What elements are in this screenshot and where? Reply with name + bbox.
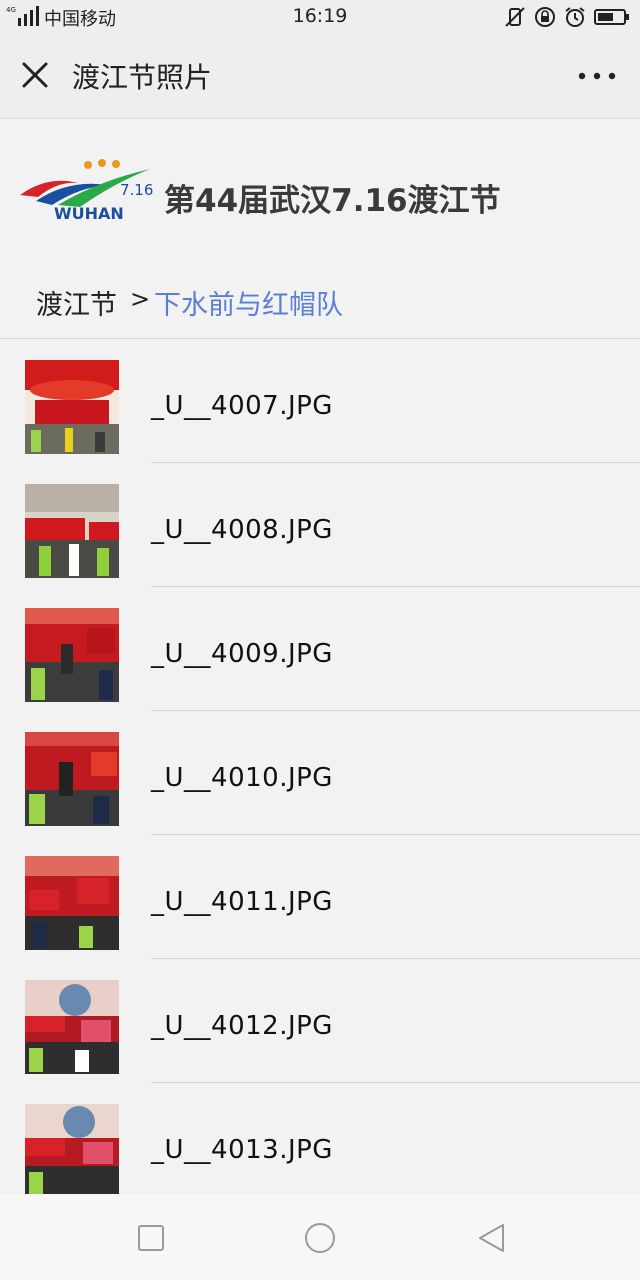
status-icons <box>504 6 630 28</box>
photo-thumbnail <box>25 1104 119 1194</box>
photo-thumbnail <box>25 360 119 454</box>
breadcrumb: 渡江节 > 下水前与红帽队 <box>0 261 640 339</box>
more-options-icon[interactable] <box>572 60 622 92</box>
alarm-icon <box>565 7 585 27</box>
close-icon[interactable] <box>18 58 54 94</box>
battery-icon <box>594 9 629 25</box>
recent-apps-icon[interactable] <box>131 1218 171 1258</box>
breadcrumb-separator: > <box>130 285 151 313</box>
logo-number: 7.16 <box>120 181 153 199</box>
file-row[interactable]: _U__4008.JPG <box>0 463 640 587</box>
wuhan-logo: 7.16 WUHAN <box>20 159 153 223</box>
photo-thumbnail <box>25 856 119 950</box>
file-row[interactable]: _U__4013.JPG <box>0 1083 640 1194</box>
photo-thumbnail <box>25 980 119 1074</box>
file-name: _U__4012.JPG <box>151 1011 333 1041</box>
breadcrumb-root[interactable]: 渡江节 <box>36 283 117 322</box>
file-row[interactable]: _U__4012.JPG <box>0 959 640 1083</box>
logo-text: WUHAN <box>54 204 124 223</box>
app-header: 渡江节照片 <box>0 34 640 119</box>
photo-thumbnail <box>25 732 119 826</box>
file-row[interactable]: _U__4007.JPG <box>0 339 640 463</box>
status-bar: 4G 中国移动 16:19 <box>0 0 640 34</box>
system-nav-bar <box>0 1194 640 1280</box>
home-icon[interactable] <box>300 1218 340 1258</box>
file-row[interactable]: _U__4009.JPG <box>0 587 640 711</box>
file-name: _U__4013.JPG <box>151 1135 333 1165</box>
file-name: _U__4008.JPG <box>151 515 333 545</box>
photo-thumbnail <box>25 608 119 702</box>
file-name: _U__4011.JPG <box>151 887 333 917</box>
rotation-lock-icon <box>535 7 555 27</box>
file-row[interactable]: _U__4010.JPG <box>0 711 640 835</box>
event-title: 第44届武汉7.16渡江节 <box>164 183 501 219</box>
file-row[interactable]: _U__4011.JPG <box>0 835 640 959</box>
file-name: _U__4009.JPG <box>151 639 333 669</box>
breadcrumb-current[interactable]: 下水前与红帽队 <box>154 283 343 322</box>
file-list: _U__4007.JPG _U__4008.JPG _U__4009.JPG _… <box>0 339 640 1194</box>
page-title: 渡江节照片 <box>72 61 213 94</box>
vibrate-off-icon <box>505 7 525 27</box>
file-name: _U__4010.JPG <box>151 763 333 793</box>
file-name: _U__4007.JPG <box>151 391 333 421</box>
photo-thumbnail <box>25 484 119 578</box>
event-banner: 7.16 WUHAN 第44届武汉7.16渡江节 <box>0 119 640 261</box>
back-icon[interactable] <box>471 1218 511 1258</box>
